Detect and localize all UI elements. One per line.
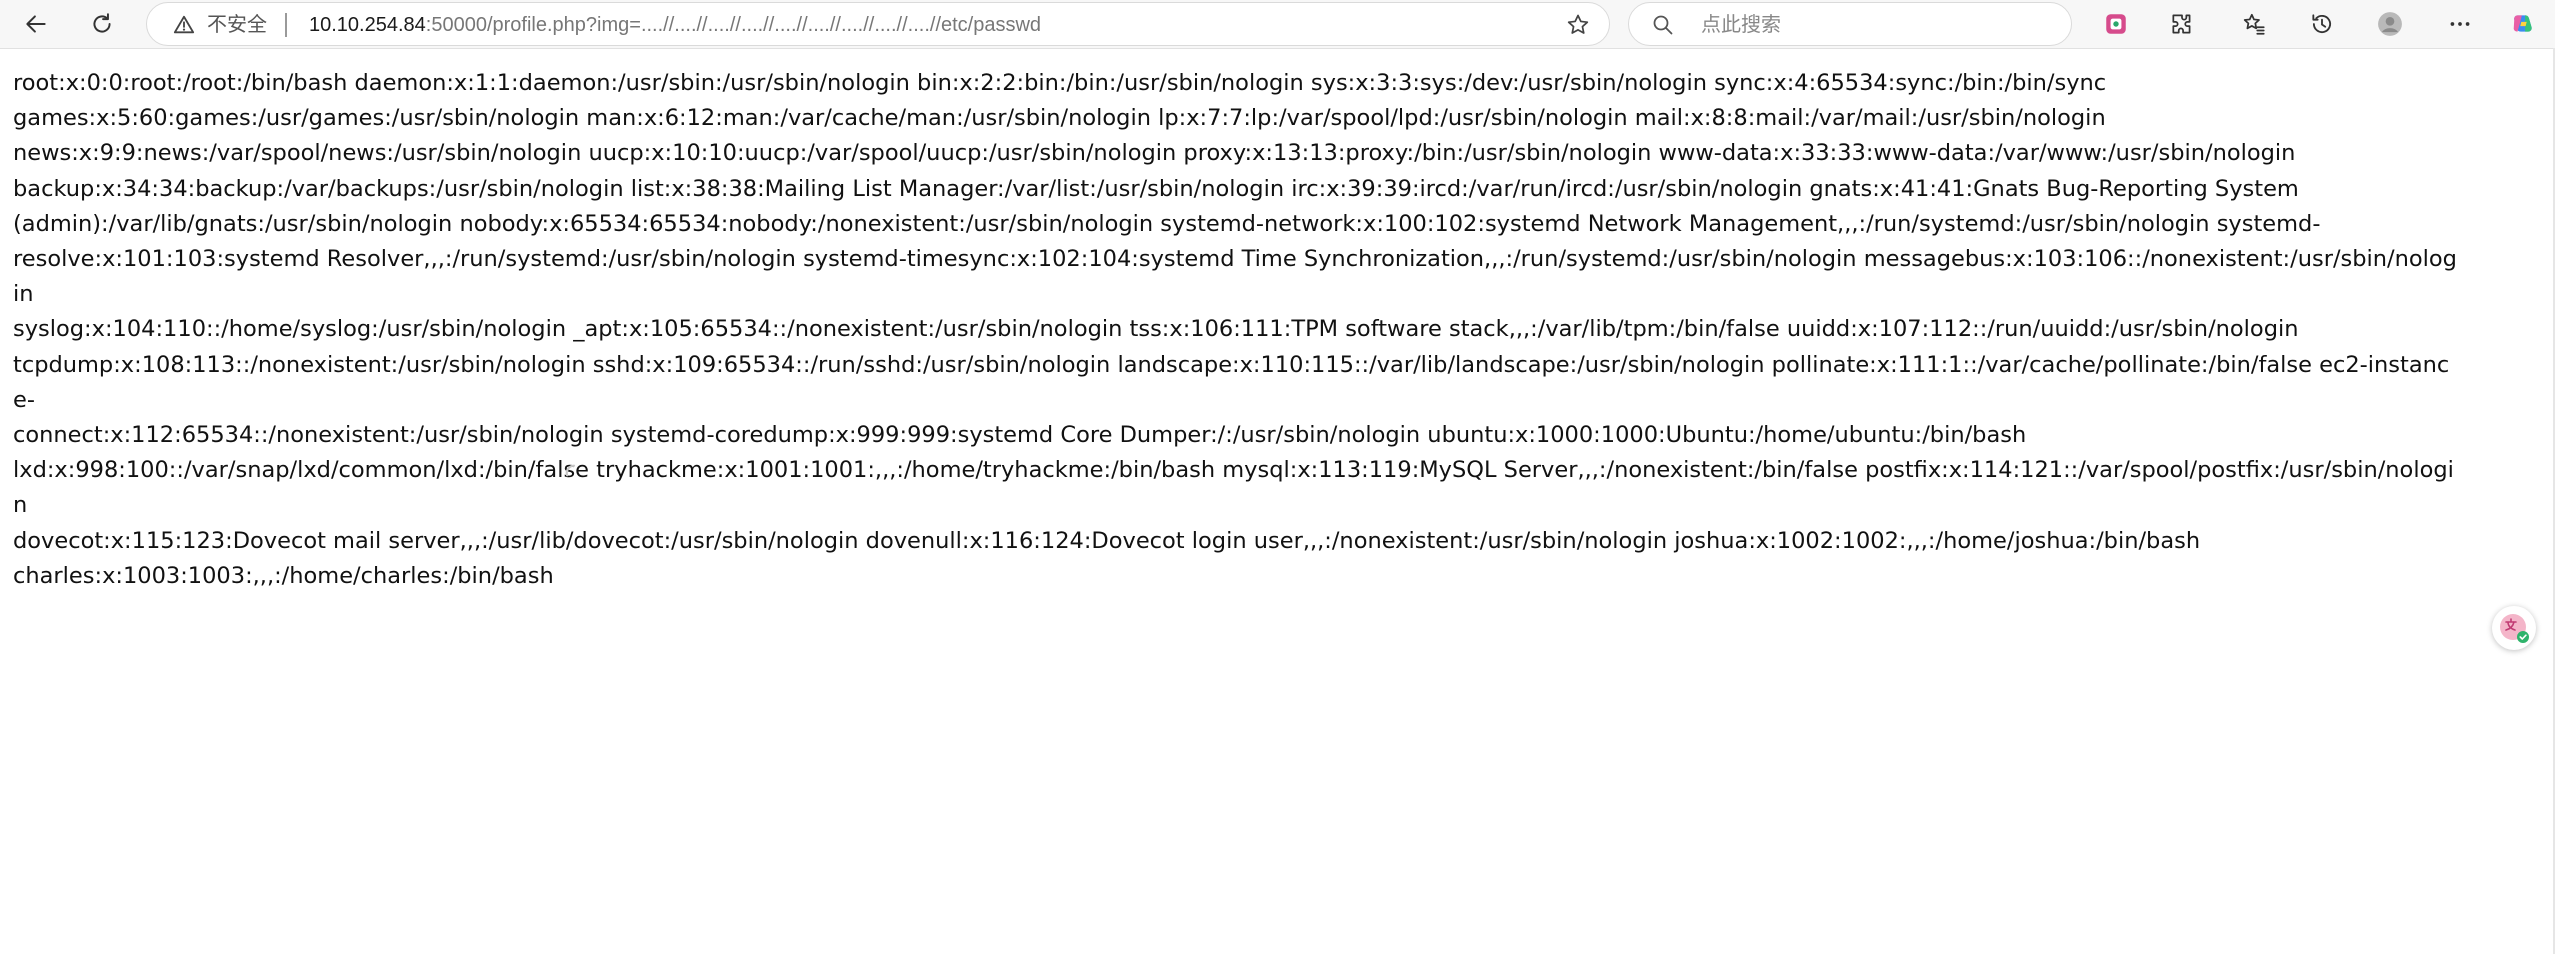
refresh-button[interactable] [84, 6, 120, 42]
address-separator [285, 13, 287, 37]
passwd-line: backup:x:34:34:backup:/var/backups:/usr/… [13, 175, 2299, 202]
url-text[interactable]: 10.10.254.84:50000/profile.php?img=..../… [309, 13, 1041, 37]
passwd-line: tcpdump:x:108:113::/nonexistent:/usr/sbi… [13, 351, 2450, 413]
passwd-line: charles:x:1003:1003:,,,:/home/charles:/b… [13, 562, 554, 589]
passwd-line: lxd:x:998:100::/var/snap/lxd/common/lxd:… [13, 457, 2454, 519]
back-button[interactable] [18, 6, 54, 42]
favorites-icon [2243, 13, 2265, 35]
history-icon [2312, 14, 2332, 33]
puzzle-icon [2172, 14, 2191, 34]
search-box[interactable] [1628, 2, 2072, 46]
search-icon [1653, 15, 1673, 35]
url-path: :50000/profile.php?img=....//....//..../… [425, 14, 1042, 36]
more-dots-icon [2450, 22, 2470, 26]
favorite-star-icon[interactable] [1565, 12, 1591, 38]
passwd-line: syslog:x:104:110::/home/syslog:/usr/sbin… [13, 316, 2299, 343]
refresh-icon [93, 13, 111, 33]
passwd-line: news:x:9:9:news:/var/spool/news:/usr/sbi… [13, 140, 2296, 167]
history-button[interactable] [2304, 6, 2340, 42]
browser-toolbar: 不安全 10.10.254.84:50000/profile.php?img=.… [0, 0, 2555, 49]
favorites-button[interactable] [2236, 6, 2272, 42]
translate-floating-button[interactable] [2492, 606, 2536, 650]
passwd-line: (admin):/var/lib/gnats:/usr/sbin/nologin… [13, 210, 2321, 237]
not-secure-label[interactable]: 不安全 [207, 13, 267, 37]
copilot-button[interactable] [2506, 6, 2542, 42]
avatar-icon [2378, 12, 2402, 36]
passwd-line: connect:x:112:65534::/nonexistent:/usr/s… [13, 422, 2027, 449]
passwd-line: root:x:0:0:root:/root:/bin/bash daemon:x… [13, 70, 2107, 96]
arrow-left-icon [26, 15, 46, 33]
extensions-button[interactable] [2164, 6, 2200, 42]
more-button[interactable] [2442, 6, 2478, 42]
profile-button[interactable] [2372, 6, 2408, 42]
search-input[interactable] [1699, 11, 2043, 39]
passwd-file-content: root:x:0:0:root:/root:/bin/bash daemon:x… [13, 66, 2463, 594]
url-host: 10.10.254.84 [309, 14, 426, 36]
extension-colored-icon [2106, 14, 2126, 34]
loading-spinner-icon [565, 464, 576, 477]
copilot-icon [2513, 15, 2532, 32]
passwd-line: resolve:x:101:103:systemd Resolver,,,:/r… [13, 246, 2457, 308]
address-bar[interactable]: 不安全 10.10.254.84:50000/profile.php?img=.… [146, 2, 1610, 46]
warning-icon[interactable] [173, 14, 195, 36]
extension-button[interactable] [2098, 6, 2134, 42]
passwd-line: games:x:5:60:games:/usr/games:/usr/sbin/… [13, 105, 2106, 132]
passwd-line: dovecot:x:115:123:Dovecot mail server,,,… [13, 527, 2201, 554]
translate-icon [2500, 614, 2529, 643]
